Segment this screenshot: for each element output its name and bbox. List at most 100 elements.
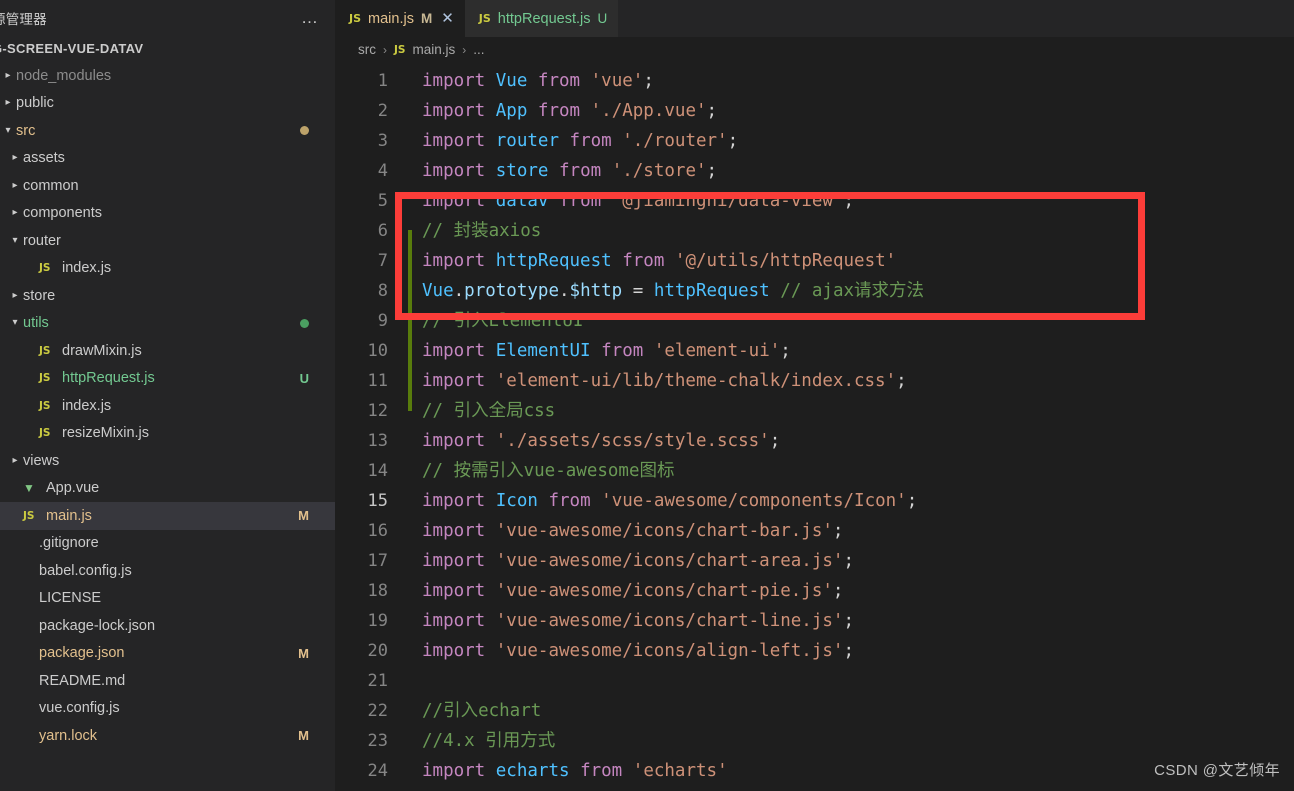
line-number: 2 xyxy=(377,101,388,121)
code-token: // ajax请求方法 xyxy=(780,281,925,301)
file-tree-item[interactable]: common xyxy=(0,172,335,200)
code-token: from xyxy=(559,161,602,181)
explorer-header: 源管理器 … xyxy=(0,0,335,35)
code-token: './router' xyxy=(622,131,728,151)
code-line[interactable]: 1 import Vue from 'vue'; xyxy=(335,66,1294,96)
code-line[interactable]: 6 // 封装axios xyxy=(335,216,1294,261)
code-token: 'vue' xyxy=(590,71,644,91)
chevron-right-icon[interactable] xyxy=(7,208,23,218)
file-tree-item[interactable]: JS httpRequest.js U xyxy=(0,365,335,393)
file-tree-item-label: utils xyxy=(23,315,49,332)
js-file-icon: JS xyxy=(39,399,51,412)
chevron-right-icon[interactable] xyxy=(7,291,23,301)
code-line[interactable]: 15 import Icon from 'vue-awesome/componen… xyxy=(335,486,1294,516)
code-line-text: // 引入全局css xyxy=(419,396,555,426)
file-tree-item[interactable]: README.md xyxy=(0,667,335,695)
chevron-down-icon[interactable] xyxy=(7,318,23,328)
breadcrumb-file[interactable]: main.js xyxy=(412,42,455,57)
file-tree-item[interactable]: src xyxy=(0,117,335,145)
code-token: from xyxy=(569,131,612,151)
editor-tab-status: U xyxy=(597,11,608,26)
file-tree-item[interactable]: JS index.js xyxy=(0,392,335,420)
file-tree-item[interactable]: babel.config.js xyxy=(0,557,335,585)
file-tree-item[interactable]: ▼ App.vue xyxy=(0,475,335,503)
code-line[interactable]: 24 import echarts from 'echarts' xyxy=(335,756,1294,786)
line-number: 12 xyxy=(367,401,388,421)
file-tree-item[interactable]: .gitignore xyxy=(0,530,335,558)
line-number: 4 xyxy=(377,161,388,181)
code-line[interactable]: 2 import App from './App.vue'; xyxy=(335,96,1294,126)
chevron-down-icon[interactable] xyxy=(0,126,16,136)
code-line[interactable]: 8 Vue.prototype.$http = httpRequest // aj… xyxy=(335,276,1294,321)
file-tree-item[interactable]: node_modules xyxy=(0,62,335,90)
code-line[interactable]: 19 import 'vue-awesome/icons/chart-line.j… xyxy=(335,606,1294,636)
file-tree-item[interactable]: views xyxy=(0,447,335,475)
line-number: 6 xyxy=(377,221,388,241)
file-tree-item[interactable]: yarn.lock M xyxy=(0,722,335,750)
breadcrumb: src › JS main.js › ... xyxy=(335,37,1294,62)
code-line[interactable]: 10 import ElementUI from 'element-ui'; xyxy=(335,336,1294,381)
code-line[interactable]: 5 import datav from '@jiaminghi/data-view… xyxy=(335,186,1294,216)
code-line[interactable]: 21 xyxy=(335,666,1294,696)
code-line[interactable]: 17 import 'vue-awesome/icons/chart-area.j… xyxy=(335,546,1294,576)
chevron-right-icon[interactable] xyxy=(0,98,16,108)
code-line-text: // 按需引入vue-awesome图标 xyxy=(419,456,675,486)
code-line[interactable]: 7 import httpRequest from '@/utils/httpRe… xyxy=(335,246,1294,291)
code-line[interactable]: 4 import store from './store'; xyxy=(335,156,1294,186)
chevron-right-icon[interactable] xyxy=(7,456,23,466)
close-icon[interactable]: ✕ xyxy=(441,11,454,26)
code-line[interactable]: 23 //4.x 引用方式 xyxy=(335,726,1294,756)
code-line[interactable]: 3 import router from './router'; xyxy=(335,126,1294,156)
code-line[interactable]: 14 // 按需引入vue-awesome图标 xyxy=(335,456,1294,486)
chevron-right-icon[interactable] xyxy=(0,71,16,81)
chevron-right-icon[interactable] xyxy=(7,181,23,191)
file-tree-item[interactable]: utils xyxy=(0,310,335,338)
code-token: 'vue-awesome/icons/chart-pie.js' xyxy=(495,581,833,601)
code-editor[interactable]: 1 import Vue from 'vue'; 2 import App from … xyxy=(335,62,1294,786)
breadcrumb-symbols[interactable]: ... xyxy=(473,42,484,57)
code-line-text: import 'vue-awesome/icons/chart-pie.js'; xyxy=(419,576,843,606)
file-tree-item-label: LICENSE xyxy=(39,590,102,607)
editor-tab[interactable]: JS main.js M ✕ xyxy=(335,0,465,37)
file-tree-item[interactable]: JS index.js xyxy=(0,255,335,283)
file-tree-item[interactable]: vue.config.js xyxy=(0,695,335,723)
file-tree-item[interactable]: assets xyxy=(0,145,335,173)
file-tree-item[interactable]: LICENSE xyxy=(0,585,335,613)
file-tree-item[interactable]: components xyxy=(0,200,335,228)
code-line[interactable]: 12 // 引入全局css xyxy=(335,396,1294,426)
code-line[interactable]: 20 import 'vue-awesome/icons/align-left.j… xyxy=(335,636,1294,666)
breadcrumb-folder[interactable]: src xyxy=(358,42,376,57)
code-line[interactable]: 9 // 引入ElementUI xyxy=(335,306,1294,351)
file-tree-item[interactable]: JS drawMixin.js xyxy=(0,337,335,365)
code-line[interactable]: 22 //引入echart xyxy=(335,696,1294,726)
file-tree-item[interactable]: JS resizeMixin.js xyxy=(0,420,335,448)
file-tree-item[interactable]: public xyxy=(0,90,335,118)
code-line[interactable]: 18 import 'vue-awesome/icons/chart-pie.js… xyxy=(335,576,1294,606)
code-line-text: import 'element-ui/lib/theme-chalk/index… xyxy=(419,366,907,396)
more-actions-icon[interactable]: … xyxy=(297,9,323,26)
code-token: import xyxy=(422,101,486,121)
editor-tab[interactable]: JS httpRequest.js U xyxy=(464,0,619,37)
file-tree-item[interactable]: store xyxy=(0,282,335,310)
code-line[interactable]: 11 import 'element-ui/lib/theme-chalk/ind… xyxy=(335,366,1294,411)
file-tree-item-label: resizeMixin.js xyxy=(62,425,150,442)
project-root-row[interactable]: G-SCREEN-VUE-DATAV xyxy=(0,35,335,62)
chevron-right-icon[interactable] xyxy=(7,153,23,163)
code-token: import xyxy=(422,581,486,601)
code-line[interactable]: 16 import 'vue-awesome/icons/chart-bar.js… xyxy=(335,516,1294,546)
js-file-icon: JS xyxy=(39,372,51,385)
code-token: ; xyxy=(896,371,907,391)
code-line[interactable]: 13 import './assets/scss/style.scss'; xyxy=(335,426,1294,456)
file-tree-item[interactable]: JS main.js M xyxy=(0,502,335,530)
chevron-down-icon[interactable] xyxy=(7,236,23,246)
line-number: 9 xyxy=(377,311,388,331)
code-token: ; xyxy=(832,521,844,541)
file-tree-item[interactable]: package.json M xyxy=(0,640,335,668)
file-tree-item[interactable]: router xyxy=(0,227,335,255)
file-tree-item[interactable]: package-lock.json xyxy=(0,612,335,640)
vscode-window: 源管理器 … G-SCREEN-VUE-DATAV node_modulespu… xyxy=(0,0,1294,791)
